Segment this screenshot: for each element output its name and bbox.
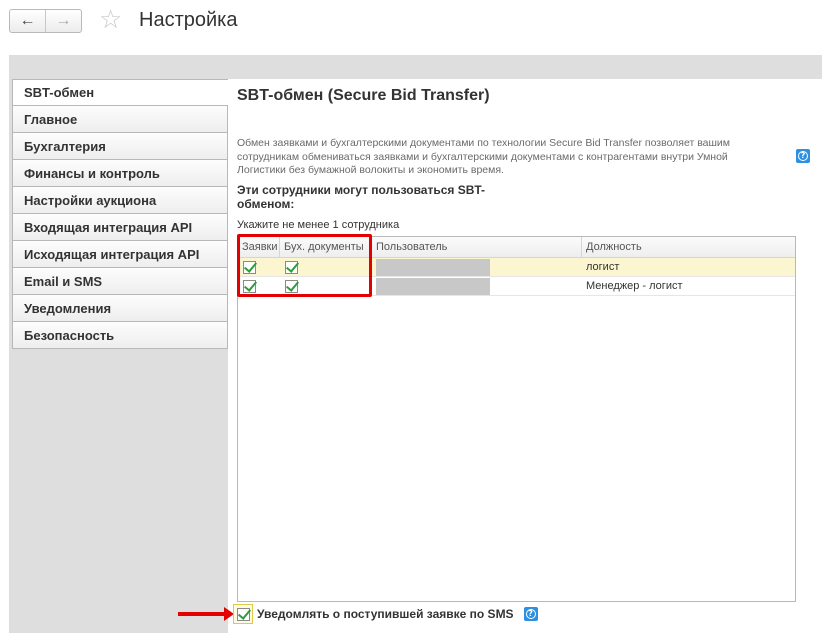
sidebar-item-label: Уведомления <box>24 300 112 316</box>
sidebar-item-main[interactable]: Главное <box>12 106 228 133</box>
sidebar-item-label: Email и SMS <box>24 273 103 289</box>
position-cell: логист <box>586 261 620 273</box>
user-cell[interactable] <box>372 258 582 276</box>
section-title: SBT-обмен (Secure Bid Transfer) <box>237 87 490 104</box>
requests-cell <box>238 258 280 276</box>
sms-notification-row: Уведомлять о поступившей заявке по SMS ? <box>233 604 538 624</box>
sidebar-item-label: Настройки аукциона <box>24 192 157 208</box>
settings-sidebar: SBT-обмен Главное Бухгалтерия Финансы и … <box>12 79 233 349</box>
hint-text: Укажите не менее 1 сотрудника <box>237 219 400 231</box>
navigation-buttons: ← → <box>9 9 82 33</box>
requests-cell <box>238 277 280 295</box>
sidebar-item-auction-settings[interactable]: Настройки аукциона <box>12 187 228 214</box>
help-icon[interactable]: ? <box>796 149 810 163</box>
requests-checkbox[interactable] <box>243 260 256 274</box>
sms-help-icon[interactable]: ? <box>523 607 538 621</box>
sidebar-item-sbt-exchange[interactable]: SBT-обмен <box>12 79 233 106</box>
table-row[interactable]: Менеджер - логист <box>238 277 795 296</box>
sidebar-item-incoming-api[interactable]: Входящая интеграция API <box>12 214 228 241</box>
user-name-redacted <box>376 277 490 295</box>
sidebar-item-finance-control[interactable]: Финансы и контроль <box>12 160 228 187</box>
red-arrow-icon <box>178 607 234 621</box>
sidebar-item-label: Бухгалтерия <box>24 138 106 154</box>
column-header-user[interactable]: Пользователь <box>372 237 582 257</box>
header-bar: ← → ☆ Настройка <box>0 0 822 44</box>
sidebar-item-label: Главное <box>24 111 78 127</box>
forward-arrow-icon[interactable]: → <box>46 10 81 32</box>
table-row[interactable]: логист <box>238 258 795 277</box>
back-arrow-icon[interactable]: ← <box>10 10 46 32</box>
sidebar-item-outgoing-api[interactable]: Исходящая интеграция API <box>12 241 228 268</box>
description-text: Обмен заявками и бухгалтерскими документ… <box>237 137 731 176</box>
sms-checkbox-frame[interactable] <box>233 604 253 624</box>
main-panel: SBT-обмен (Secure Bid Transfer) Обмен за… <box>228 79 822 633</box>
requests-checkbox[interactable] <box>243 279 256 293</box>
favorite-star-icon[interactable]: ☆ <box>99 6 122 32</box>
sidebar-item-security[interactable]: Безопасность <box>12 322 228 349</box>
sidebar-item-label: Входящая интеграция API <box>24 219 193 235</box>
sidebar-item-label: SBT-обмен <box>24 85 95 100</box>
sidebar-item-accounting[interactable]: Бухгалтерия <box>12 133 228 160</box>
column-header-requests[interactable]: Заявки <box>238 237 280 257</box>
accounting-cell <box>280 277 372 295</box>
user-cell[interactable] <box>372 277 582 295</box>
sidebar-item-label: Финансы и контроль <box>24 165 160 181</box>
sidebar-item-label: Исходящая интеграция API <box>24 246 200 262</box>
accounting-docs-checkbox[interactable] <box>285 279 298 293</box>
sms-notification-checkbox[interactable] <box>237 607 250 621</box>
page-title: Настройка <box>139 9 238 31</box>
sidebar-item-label: Безопасность <box>24 327 115 343</box>
sms-notification-label[interactable]: Уведомлять о поступившей заявке по SMS <box>257 607 514 621</box>
column-header-position[interactable]: Должность <box>582 237 795 257</box>
column-header-accounting-docs[interactable]: Бух. документы <box>280 237 372 257</box>
sidebar-item-notifications[interactable]: Уведомления <box>12 295 228 322</box>
table-header: Заявки Бух. документы Пользователь Должн… <box>238 237 795 258</box>
accounting-cell <box>280 258 372 276</box>
accounting-docs-checkbox[interactable] <box>285 260 298 274</box>
employees-heading: Эти сотрудники могут пользоваться SBT-об… <box>237 183 486 211</box>
sidebar-item-email-sms[interactable]: Email и SMS <box>12 268 228 295</box>
panel-top-bar <box>9 55 822 79</box>
employees-table: Заявки Бух. документы Пользователь Должн… <box>237 236 796 602</box>
position-cell: Менеджер - логист <box>586 280 683 292</box>
user-name-redacted <box>376 258 490 276</box>
